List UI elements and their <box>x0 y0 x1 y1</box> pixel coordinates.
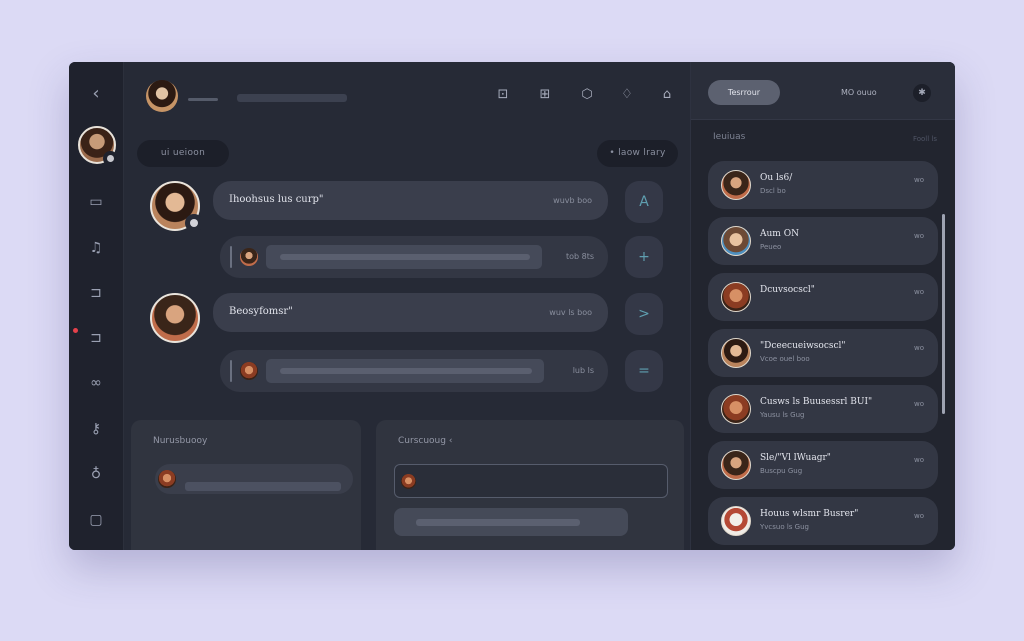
folder-icon[interactable]: ⊐ <box>86 283 106 303</box>
contact-sub: Vcoe ouel boo <box>760 355 810 363</box>
filter-pill-right[interactable]: • laow lrary <box>597 140 678 167</box>
message-title: Ihoohsus lus curp" <box>229 194 324 205</box>
add-button[interactable]: + <box>625 236 663 278</box>
contact-name: Dcuvsocscl" <box>760 285 815 295</box>
contact-avatar <box>721 506 751 536</box>
filter-pill-left[interactable]: ui ueioon <box>137 140 229 167</box>
contact-name: Ou ls6/ <box>760 173 793 183</box>
mic-icon[interactable]: ♁ <box>86 464 106 484</box>
contact-avatar[interactable] <box>146 80 178 112</box>
contact-time: wo <box>913 456 924 464</box>
contact-time: wo <box>913 232 924 240</box>
contact-item[interactable]: Aum ON Peueo wo <box>708 217 938 265</box>
contact-sub: Yvcsuo ls Gug <box>760 523 809 531</box>
contact-sub: Dscl bo <box>760 187 786 195</box>
contact-name: Sle/"Vl lWuagr" <box>760 453 831 463</box>
settings-icon[interactable]: ✱ <box>913 84 931 102</box>
field-avatar <box>401 474 416 489</box>
grid-icon[interactable]: ▢ <box>86 510 106 530</box>
contacts-toolbar: Tesrrour MO ouuo ✱ <box>691 62 955 120</box>
contacts-header-right: Fooll ls <box>912 135 937 143</box>
reply-bar <box>230 360 232 382</box>
message-avatar[interactable] <box>150 181 203 232</box>
list-item[interactable] <box>155 464 353 494</box>
status-badge <box>103 151 118 166</box>
tag-icon[interactable]: ⬡ <box>578 86 596 104</box>
contact-name: Aum ON <box>760 229 799 239</box>
contact-item[interactable]: Houus wlsmr Busrer" Yvcsuo ls Gug wo <box>708 497 938 545</box>
reply-preview[interactable]: tob 8ts <box>220 236 608 278</box>
card-icon[interactable]: ▭ <box>86 192 106 212</box>
contact-item[interactable]: "Dceecueiwsocscl" Vcoe ouel boo wo <box>708 329 938 377</box>
reply-avatar <box>240 248 258 266</box>
contact-sub: Buscpu Gug <box>760 467 803 475</box>
contact-item[interactable]: Cusws ls Buusessrl BUI" Yausu ls Gug wo <box>708 385 938 433</box>
message-time: wuv ls boo <box>549 308 592 317</box>
status-badge <box>185 214 203 232</box>
message-bubble[interactable]: Ihoohsus lus curp" wuvb boo <box>213 181 608 220</box>
reply-avatar <box>240 362 258 380</box>
contact-avatar <box>721 450 751 480</box>
bookmark-icon[interactable]: ⌂ <box>658 86 676 104</box>
folder-alert-icon[interactable]: ⊐ <box>86 328 106 348</box>
contacts-scrollbar[interactable] <box>942 214 945 414</box>
contacts-label: MO ouuo <box>841 88 877 97</box>
bottom-panel-right: Curscuoug ‹ <box>376 420 684 550</box>
contact-time: wo <box>913 344 924 352</box>
chat-icon[interactable]: ⊡ <box>494 86 512 104</box>
panel-title: Curscuoug ‹ <box>398 436 453 446</box>
app-window: ‹ ▭ ♫ ⊐ ⊐ ∞ ⚷ ♁ ▢ ⊡ ⊞ ⬡ ♢ ⌂ ui ueioon • … <box>69 62 955 550</box>
contact-name: "Dceecueiwsocscl" <box>760 341 846 351</box>
contact-time: wo <box>913 512 924 520</box>
reply-time: tob 8ts <box>565 252 594 261</box>
contact-item[interactable]: Dcuvsocscl" wo <box>708 273 938 321</box>
image-icon[interactable]: ⊞ <box>536 86 554 104</box>
key-icon[interactable]: ⚷ <box>86 419 106 439</box>
contact-avatar <box>721 226 751 256</box>
reply-content <box>266 359 544 383</box>
compose-input[interactable] <box>394 464 668 498</box>
contact-name: Houus wlsmr Busrer" <box>760 509 859 519</box>
contacts-tab-button[interactable]: Tesrrour <box>708 80 780 105</box>
contacts-header: Ieuiuas <box>713 132 746 142</box>
link-icon[interactable]: ∞ <box>86 373 106 393</box>
contacts-column: Tesrrour MO ouuo ✱ Ieuiuas Fooll ls Ou l… <box>690 62 955 550</box>
notification-dot <box>73 328 78 333</box>
reply-preview[interactable]: lub ls <box>220 350 608 392</box>
action-button[interactable]: A <box>625 181 663 223</box>
message-time: wuvb boo <box>553 196 592 205</box>
left-rail: ‹ ▭ ♫ ⊐ ⊐ ∞ ⚷ ♁ ▢ <box>69 62 124 550</box>
bottom-panel-left: Nurusbuooy <box>131 420 361 550</box>
message-avatar[interactable] <box>150 293 200 343</box>
message-title: Beosyfomsr" <box>229 306 293 317</box>
chevron-left-icon[interactable]: ‹ <box>88 85 104 103</box>
contact-name: Cusws ls Buusessrl BUI" <box>760 397 873 407</box>
forward-button[interactable]: > <box>625 293 663 335</box>
submit-button[interactable] <box>394 508 628 536</box>
contact-sub: Yausu ls Gug <box>760 411 805 419</box>
menu-button[interactable]: = <box>625 350 663 392</box>
contact-time: wo <box>913 400 924 408</box>
contact-avatar <box>721 338 751 368</box>
contact-item[interactable]: Sle/"Vl lWuagr" Buscpu Gug wo <box>708 441 938 489</box>
contact-avatar <box>721 170 751 200</box>
contact-time: wo <box>913 288 924 296</box>
contact-time: wo <box>913 176 924 184</box>
reply-bar <box>230 246 232 268</box>
reply-time: lub ls <box>572 366 594 375</box>
headphones-icon[interactable]: ♫ <box>86 238 106 258</box>
contact-name-placeholder <box>188 98 218 101</box>
message-bubble[interactable]: Beosyfomsr" wuv ls boo <box>213 293 608 332</box>
contact-status-placeholder <box>237 94 347 102</box>
contact-sub: Peueo <box>760 243 782 251</box>
item-avatar <box>158 470 176 488</box>
contact-avatar <box>721 394 751 424</box>
panel-title: Nurusbuooy <box>153 436 208 446</box>
reply-content <box>266 245 542 269</box>
contact-avatar <box>721 282 751 312</box>
user-avatar[interactable] <box>78 126 118 166</box>
bell-icon[interactable]: ♢ <box>618 86 636 104</box>
contact-item[interactable]: Ou ls6/ Dscl bo wo <box>708 161 938 209</box>
item-text-placeholder <box>185 482 341 491</box>
